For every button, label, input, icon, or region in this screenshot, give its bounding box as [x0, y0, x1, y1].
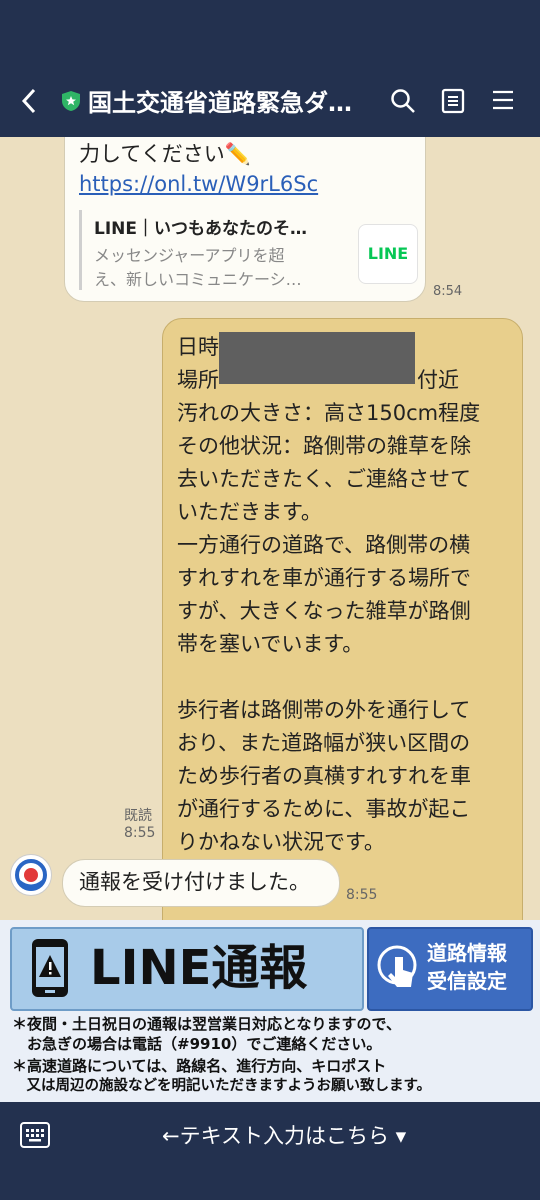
- settings-label-line2: 受信設定: [427, 969, 507, 993]
- line-report-button[interactable]: LINE通報: [10, 927, 364, 1011]
- keyboard-icon[interactable]: [20, 1122, 50, 1148]
- message-link[interactable]: https://onl.tw/W9rL6Sc: [79, 170, 318, 199]
- back-icon[interactable]: [18, 86, 48, 120]
- message-time: 8:55: [124, 825, 156, 841]
- shield-icon: [61, 90, 81, 112]
- report-text: 日時 場所 付近 汚れの大きさ：高さ150cm程度 その他状況：路側帯の雑草を除 …: [177, 331, 517, 859]
- text-input-toggle[interactable]: ←テキスト入力はこちら ▾: [162, 1120, 406, 1150]
- banner-note: ＊高速道路については、路線名、進行方向、キロポスト: [12, 1057, 387, 1075]
- received-message-reply[interactable]: 通報を受け付けました。: [62, 859, 340, 907]
- message-text: 力してください✏️: [79, 142, 251, 166]
- input-bar: ←テキスト入力はこちら ▾: [0, 1102, 540, 1200]
- report-line: 汚れの大きさ：高さ150cm程度: [177, 401, 481, 425]
- report-line-place: 場所 付近: [177, 364, 517, 397]
- report-line: ため歩行者の真横すれすれを車: [177, 764, 471, 788]
- report-place-label: 場所: [177, 368, 219, 392]
- report-line: その他状況：路側帯の雑草を除: [177, 434, 471, 458]
- report-line: すれすれを車が通行する場所で: [177, 566, 471, 590]
- report-line: が通行するために、事故が起こ: [177, 797, 471, 821]
- chat-header: 国土交通省道路緊急ダ…: [0, 0, 540, 137]
- banner-note: ＊夜間・土日祝日の通報は翌営業日対応となりますので、: [12, 1015, 401, 1033]
- sent-message-report[interactable]: 日時 場所 付近 汚れの大きさ：高さ150cm程度 その他状況：路側帯の雑草を除 …: [162, 318, 523, 920]
- banner-note: お急ぎの場合は電話（#9910）でご連絡ください。: [12, 1035, 382, 1053]
- road-info-settings-button[interactable]: 道路情報 受信設定: [367, 927, 533, 1011]
- phone-alert-icon: [30, 937, 70, 999]
- report-line: すが、大きくなった雑草が路側: [177, 599, 471, 623]
- report-line: いただきます。: [177, 500, 322, 524]
- preview-description: メッセンジャーアプリを超 え、新しいコミュニケーシ…: [94, 244, 334, 292]
- report-blank-line: [177, 661, 517, 694]
- chat-area[interactable]: 力してください✏️ https://onl.tw/W9rL6Sc LINE｜いつ…: [0, 137, 540, 920]
- notes-icon[interactable]: [441, 88, 467, 114]
- menu-icon[interactable]: [491, 88, 517, 114]
- report-line: りかねない状況です。: [177, 830, 385, 854]
- report-line: 一方通行の道路で、路側帯の横: [177, 533, 471, 557]
- report-place-suffix: 付近: [417, 368, 459, 392]
- report-line: おり、また道路幅が狭い区間の: [177, 731, 471, 755]
- received-message-link[interactable]: 力してください✏️ https://onl.tw/W9rL6Sc LINE｜いつ…: [64, 137, 426, 302]
- report-line: 帯を塞いでいます。: [177, 632, 364, 656]
- settings-label-line1: 道路情報: [427, 941, 507, 965]
- banner-note: 又は周辺の施設などを明記いただきますようお願い致します。: [12, 1078, 432, 1094]
- preview-desc-line2: え、新しいコミュニケーシ…: [94, 270, 302, 289]
- report-line: 歩行者は路側帯の外を通行して: [177, 698, 471, 722]
- report-line-date: 日時: [177, 335, 219, 359]
- report-line: 去いただきたく、ご連絡させて: [177, 467, 471, 491]
- preview-desc-line1: メッセンジャーアプリを超: [94, 246, 285, 265]
- chat-title: 国土交通省道路緊急ダ…: [88, 89, 352, 117]
- official-account-avatar[interactable]: [10, 854, 52, 896]
- rich-menu: LINE通報 道路情報 受信設定 ＊夜間・土日祝日の通報は翌営業日対応となります…: [0, 920, 540, 1102]
- report-button-label: LINE通報: [90, 940, 308, 996]
- read-label: 既読: [124, 808, 152, 824]
- tap-hand-icon: [375, 943, 423, 999]
- message-time: 8:55: [346, 887, 378, 903]
- line-logo: LINE: [358, 224, 418, 284]
- search-icon[interactable]: [390, 88, 416, 114]
- settings-button-label: 道路情報 受信設定: [427, 939, 527, 995]
- preview-title: LINE｜いつもあなたのそ…: [94, 219, 307, 239]
- link-preview[interactable]: LINE｜いつもあなたのそ… メッセンジャーアプリを超 え、新しいコミュニケーシ…: [79, 210, 418, 290]
- reply-text: 通報を受け付けました。: [79, 870, 310, 894]
- message-time: 8:54: [433, 284, 463, 299]
